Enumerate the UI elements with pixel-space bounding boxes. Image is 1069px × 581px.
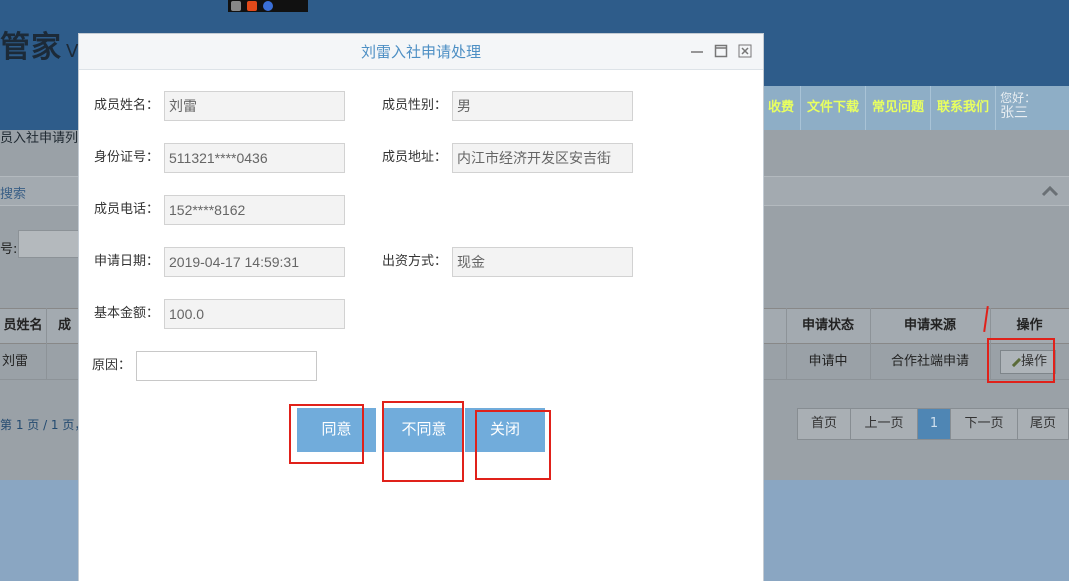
address-label: 成员地址： <box>381 150 447 165</box>
grid-icon <box>231 1 241 11</box>
annotation-box-close <box>475 410 551 480</box>
payment-field: 现金 <box>452 247 633 277</box>
app-title-text: 管家 <box>0 30 62 65</box>
search-panel-title[interactable]: 搜索 <box>0 183 26 202</box>
pager-prev[interactable]: 上一页 <box>850 408 918 440</box>
pager-last[interactable]: 尾页 <box>1017 408 1069 440</box>
column-divider <box>46 308 47 380</box>
search-field-input[interactable] <box>18 230 82 258</box>
annotation-box-action <box>987 338 1055 383</box>
greeting-prefix: 您好： <box>1000 91 1037 105</box>
close-icon[interactable] <box>738 44 752 58</box>
cell-name: 刘雷 <box>1 354 28 369</box>
pager-current[interactable]: 1 <box>917 408 951 440</box>
cell-status: 申请中 <box>808 354 848 369</box>
name-field: 刘雷 <box>164 91 345 121</box>
annotation-box-agree <box>289 404 364 464</box>
pager-next[interactable]: 下一页 <box>950 408 1018 440</box>
amount-label: 基本金额： <box>93 306 159 321</box>
chevron-up-icon[interactable] <box>1040 182 1060 200</box>
dialog-title: 刘雷入社申请处理 <box>360 43 481 61</box>
column-header-member[interactable]: 成 <box>58 308 78 344</box>
cell-source: 合作社端申请 <box>890 354 969 369</box>
maximize-icon[interactable] <box>714 44 728 58</box>
date-label: 申请日期： <box>93 254 159 269</box>
payment-label: 出资方式： <box>381 254 447 269</box>
amount-field: 100.0 <box>164 299 345 329</box>
column-header-source[interactable]: 申请来源 <box>870 308 990 344</box>
info-icon <box>263 1 273 11</box>
column-header-name[interactable]: 员姓名 <box>0 308 46 344</box>
search-field-label: 号: <box>0 242 18 257</box>
breadcrumb: 员入社申请列 <box>0 131 79 146</box>
minimize-icon[interactable] <box>690 44 704 58</box>
s-icon <box>247 1 257 11</box>
name-label: 成员姓名： <box>93 98 159 113</box>
gender-label: 成员性别： <box>381 98 447 113</box>
date-field: 2019-04-17 14:59:31 <box>164 247 345 277</box>
nav-item-faq[interactable]: 常见问题 <box>866 86 932 130</box>
id-label: 身份证号： <box>93 150 159 165</box>
user-greeting: 您好： 张三 <box>1000 86 1036 130</box>
id-field: 511321****0436 <box>164 143 345 173</box>
nav-item-fees[interactable]: 收费 <box>762 86 802 130</box>
browser-toolbar-icons <box>228 0 308 12</box>
phone-label: 成员电话： <box>93 202 159 217</box>
reason-label: 原因： <box>91 358 131 373</box>
pager-first[interactable]: 首页 <box>797 408 851 440</box>
user-name: 张三 <box>1000 105 1029 121</box>
reason-input[interactable] <box>136 351 317 381</box>
gender-field: 男 <box>452 91 633 121</box>
address-field: 内江市经济开发区安吉街 <box>452 143 633 173</box>
column-header-status[interactable]: 申请状态 <box>786 308 870 344</box>
phone-field: 152****8162 <box>164 195 345 225</box>
top-nav: 收费 文件下载 常见问题 联系我们 您好： 张三 <box>762 86 1069 130</box>
nav-item-contact[interactable]: 联系我们 <box>931 86 997 130</box>
annotation-box-disagree <box>382 401 464 482</box>
application-dialog: 刘雷入社申请处理 成员姓名： 刘雷 成员性别： 男 身份证号： 511321**… <box>78 33 764 581</box>
nav-item-downloads[interactable]: 文件下载 <box>801 86 867 130</box>
